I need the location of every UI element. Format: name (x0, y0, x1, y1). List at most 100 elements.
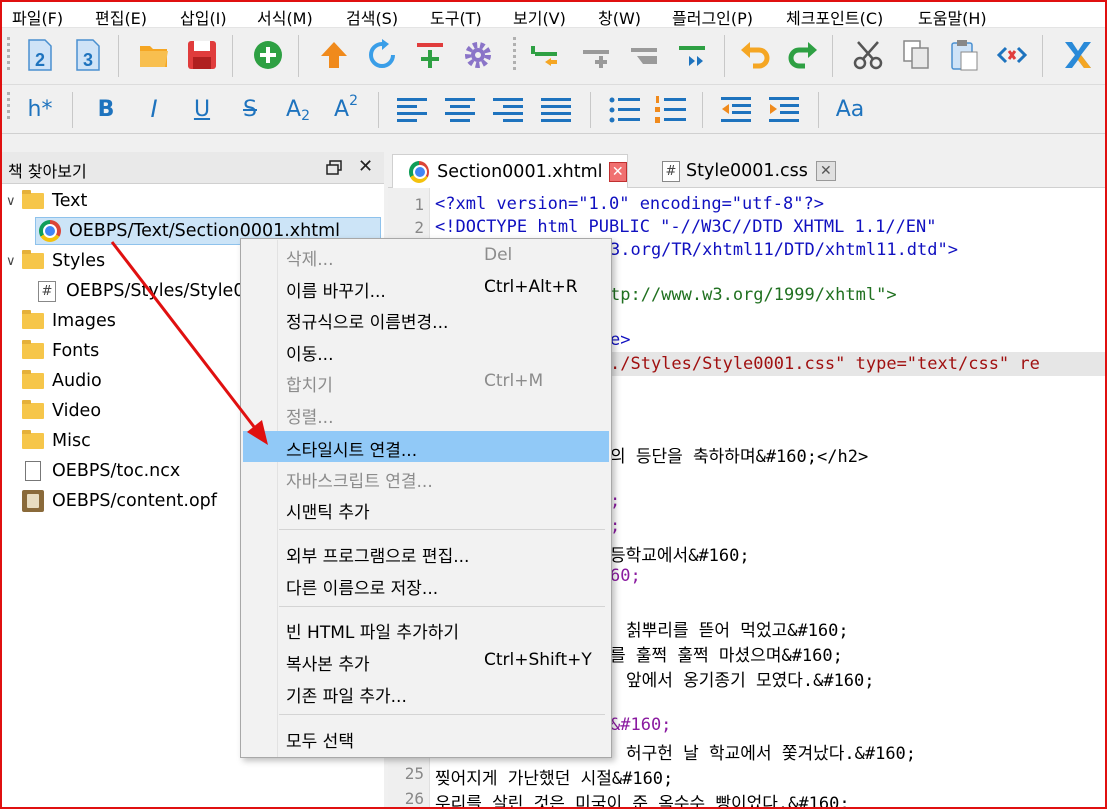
folder-icon (22, 250, 44, 269)
menu-separator (279, 529, 605, 530)
menu-item-save-as[interactable]: 다른 이름으로 저장... (243, 570, 609, 599)
toolbar-separator (232, 35, 233, 77)
menu-window[interactable]: 창(W) (598, 5, 641, 29)
move-up-icon[interactable] (314, 35, 354, 75)
menu-search[interactable]: 검색(S) (346, 5, 398, 29)
toolbar-separator (702, 92, 703, 128)
toolbar-separator (72, 92, 73, 128)
merge-lines-icon[interactable] (672, 35, 712, 75)
menu-item-add-semantics[interactable]: 시맨틱 추가 (243, 494, 609, 523)
add-line-icon[interactable] (576, 35, 616, 75)
menu-item-link-stylesheet[interactable]: 스타일시트 연결... (243, 431, 609, 462)
cleanup-x-icon[interactable] (1058, 35, 1098, 75)
tree-folder-text[interactable]: Text (22, 187, 87, 215)
tab-section0001[interactable]: Section0001.xhtml ✕ (392, 154, 628, 188)
xhtml-file-icon (39, 220, 61, 242)
toolbar-separator (1042, 35, 1043, 77)
menu-checkpoints[interactable]: 체크포인트(C) (786, 5, 883, 29)
menu-separator (279, 714, 605, 715)
redo-icon[interactable] (782, 35, 822, 75)
save-icon[interactable] (182, 35, 222, 75)
menu-edit[interactable]: 편집(E) (95, 5, 147, 29)
tree-folder-styles[interactable]: Styles (22, 247, 105, 275)
insert-line-icon[interactable] (524, 35, 564, 75)
tree-folder-misc[interactable]: Misc (22, 427, 91, 455)
menu-item-label: 복사본 추가 (286, 655, 370, 675)
menu-item-label: 삭제... (286, 250, 334, 270)
decrease-indent-icon[interactable] (718, 92, 754, 128)
menu-format[interactable]: 서식(M) (257, 5, 313, 29)
line-number: 25 (404, 764, 424, 783)
menu-item-select-all[interactable]: 모두 선택 (243, 723, 609, 752)
align-left-icon[interactable] (394, 92, 430, 128)
toolbar-grip[interactable] (6, 37, 12, 73)
italic-button[interactable]: I (134, 89, 174, 129)
toolbar-grip[interactable] (6, 92, 12, 122)
menu-insert[interactable]: 삽입(I) (180, 5, 227, 29)
add-file-icon[interactable] (248, 35, 288, 75)
menu-help[interactable]: 도움말(H) (918, 5, 987, 29)
tree-folder-images[interactable]: Images (22, 307, 116, 335)
code-line: 를 훌쩍 훌쩍 마셨으며&#160; (610, 646, 843, 666)
menu-plugins[interactable]: 플러그인(P) (672, 5, 753, 29)
tree-folder-fonts[interactable]: Fonts (22, 337, 99, 365)
case-dropdown[interactable]: Aa (830, 89, 870, 129)
menu-item-shortcut: Del (484, 245, 513, 265)
menu-item-add-copy[interactable]: 복사본 추가 Ctrl+Shift+Y (243, 646, 609, 675)
bullet-list-icon[interactable] (606, 92, 642, 128)
close-panel-icon[interactable]: ✕ (358, 156, 373, 177)
subscript-button[interactable]: A2 (278, 89, 318, 129)
book-browser-header: 책 찾아보기 ✕ (2, 152, 384, 184)
menu-item-rename[interactable]: 이름 바꾸기... Ctrl+Alt+R (243, 273, 609, 302)
menu-item-label: 정렬... (286, 408, 334, 428)
menu-item-open-external[interactable]: 외부 프로그램으로 편집... (243, 538, 609, 567)
menu-item-link-javascript[interactable]: 자바스크립트 연결... (243, 463, 609, 492)
tree-folder-audio[interactable]: Audio (22, 367, 102, 395)
tab-close-icon[interactable]: ✕ (815, 161, 836, 181)
tree-label: Audio (52, 371, 102, 391)
book-epub2-icon[interactable]: 2 (20, 35, 60, 75)
menu-view[interactable]: 보기(V) (513, 5, 566, 29)
numbered-list-icon[interactable] (652, 92, 688, 128)
collapse-styles-chevron-icon[interactable]: ∨ (6, 254, 16, 269)
increase-indent-icon[interactable] (766, 92, 802, 128)
tab-close-icon[interactable]: ✕ (608, 161, 627, 182)
tree-item-toc[interactable]: OEBPS/toc.ncx (22, 457, 180, 485)
align-right-icon[interactable] (490, 92, 526, 128)
menu-item-add-existing[interactable]: 기존 파일 추가... (243, 678, 609, 707)
superscript-button[interactable]: A2 (326, 89, 366, 129)
book-epub3-icon[interactable]: 3 (68, 35, 108, 75)
menu-item-regex-rename[interactable]: 정규식으로 이름변경... (243, 304, 609, 333)
bold-button[interactable]: B (86, 89, 126, 129)
copy-icon[interactable] (896, 35, 936, 75)
menu-item-sort[interactable]: 정렬... (243, 399, 609, 428)
toolbar-grip[interactable] (512, 37, 518, 73)
menu-tools[interactable]: 도구(T) (430, 5, 482, 29)
open-folder-icon[interactable] (134, 35, 174, 75)
float-panel-icon[interactable] (326, 160, 342, 176)
tree-folder-video[interactable]: Video (22, 397, 101, 425)
split-icon[interactable] (410, 35, 450, 75)
main-toolbar: 2 3 (2, 29, 1105, 85)
menu-item-merge[interactable]: 합치기 Ctrl+M (243, 367, 609, 396)
align-center-icon[interactable] (442, 92, 478, 128)
undo-icon[interactable] (736, 35, 776, 75)
paste-clipboard-icon[interactable] (944, 35, 984, 75)
menu-item-move[interactable]: 이동... (243, 336, 609, 365)
menu-file[interactable]: 파일(F) (12, 5, 63, 29)
menu-item-add-blank-html[interactable]: 빈 HTML 파일 추가하기 (243, 614, 609, 643)
heading-dropdown[interactable]: h* (20, 89, 60, 129)
strikethrough-button[interactable]: S (230, 89, 270, 129)
collapse-text-chevron-icon[interactable]: ∨ (6, 194, 16, 209)
align-justify-icon[interactable] (538, 92, 574, 128)
tab-style0001[interactable]: # Style0001.css ✕ (644, 154, 844, 188)
cut-scissors-icon[interactable] (848, 35, 888, 75)
tree-label: OEBPS/content.opf (52, 491, 217, 511)
underline-button[interactable]: U (182, 89, 222, 129)
tree-item-content-opf[interactable]: OEBPS/content.opf (22, 487, 217, 515)
remove-line-icon[interactable] (624, 35, 664, 75)
refresh-icon[interactable] (362, 35, 402, 75)
menu-item-delete[interactable]: 삭제... Del (243, 241, 609, 270)
settings-gear-icon[interactable] (458, 35, 498, 75)
code-tag-icon[interactable] (992, 35, 1032, 75)
